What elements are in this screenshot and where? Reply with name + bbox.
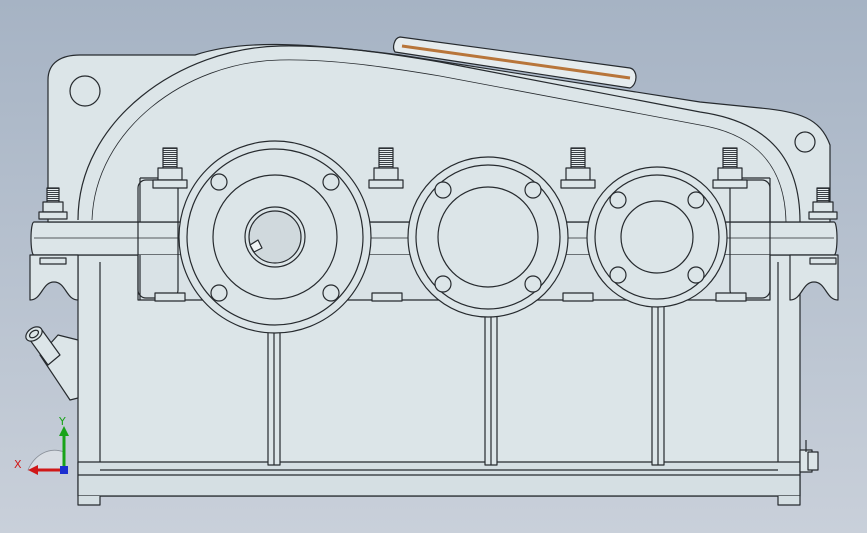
lifting-hole-left xyxy=(69,75,101,107)
axis-triad: Y X xyxy=(14,415,69,475)
bearing-cap-input[interactable] xyxy=(178,140,372,334)
x-axis-label: X xyxy=(14,458,22,471)
bearing-cap-output[interactable] xyxy=(586,166,728,308)
oil-gauge-icon xyxy=(25,326,79,401)
drain-plug-icon xyxy=(799,440,819,473)
bearing-cap-intermediate[interactable] xyxy=(407,156,569,318)
gearbox-drawing: Y X xyxy=(14,36,839,506)
cad-viewport[interactable]: Y X xyxy=(0,0,867,533)
lifting-hole-right xyxy=(794,131,816,153)
y-axis-label: Y xyxy=(58,415,66,428)
